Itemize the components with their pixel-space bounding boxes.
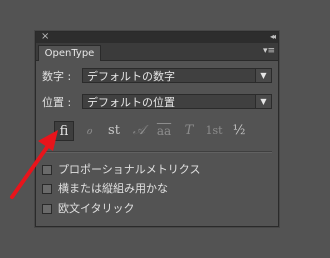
annotation-arrow-icon xyxy=(10,130,58,199)
